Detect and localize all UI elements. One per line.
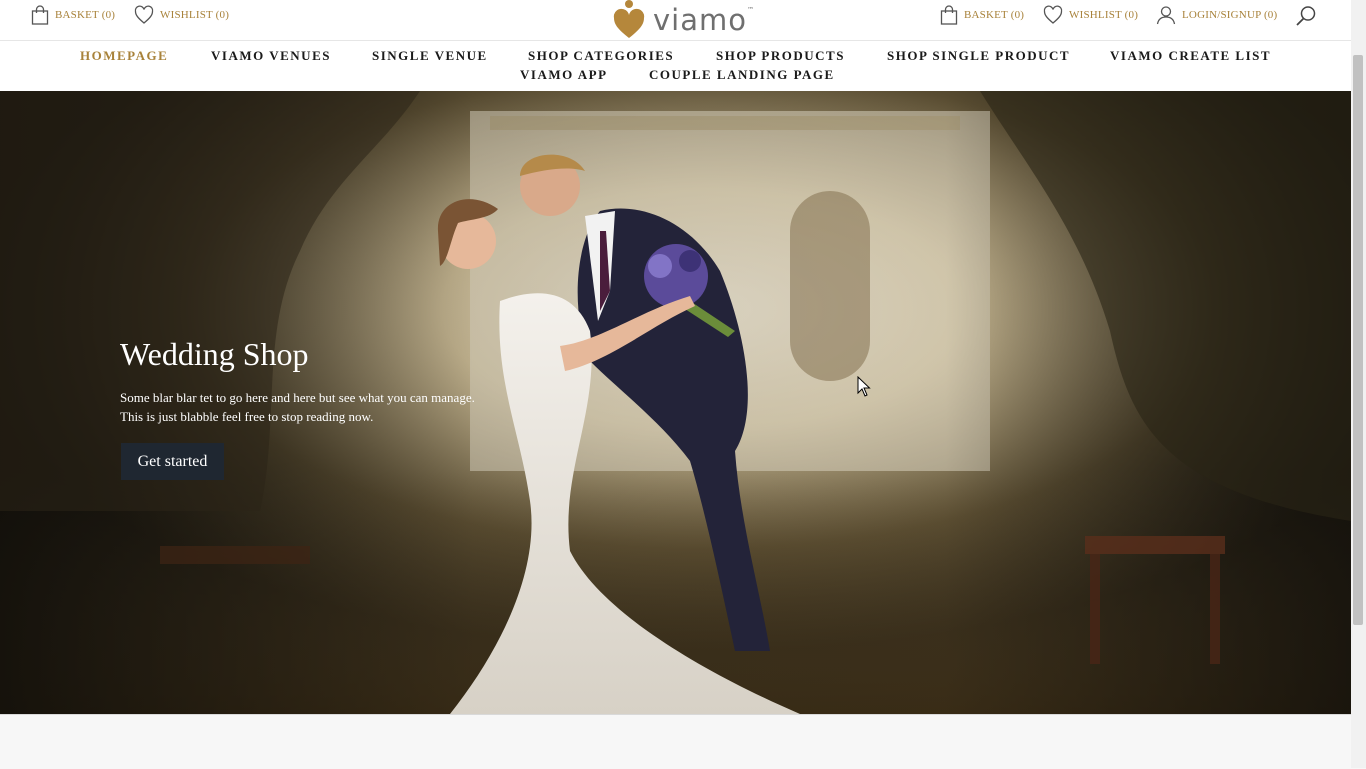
hero-subtitle-line-2: This is just blabble feel free to stop r… [120,409,374,424]
basket-label: BASKET (0) [55,9,116,21]
hero-subtitle-line-1: Some blar blar tet to go here and here b… [120,390,475,405]
shopping-bag-icon [31,5,49,25]
viamo-logo[interactable]: viamo™ [613,0,755,40]
mouse-cursor-icon [857,376,871,397]
heart-person-logo-icon [613,0,645,38]
hero-section: Wedding Shop Some blar blar tet to go he… [0,91,1351,714]
nav-item-couple-landing-page[interactable]: COUPLE LANDING PAGE [649,67,835,83]
hero-title: Wedding Shop [120,336,309,372]
nav-item-viamo-venues[interactable]: VIAMO VENUES [211,48,331,64]
get-started-button[interactable]: Get started [121,443,224,480]
nav-item-shop-products[interactable]: SHOP PRODUCTS [716,48,845,64]
main-nav: HOMEPAGE VIAMO VENUES SINGLE VENUE SHOP … [0,41,1351,91]
logo-text: viamo™ [653,3,755,37]
wishlist-link-left[interactable]: WISHLIST (0) [134,5,229,25]
login-label: LOGIN/SIGNUP (0) [1182,9,1278,21]
basket-label: BASKET (0) [964,9,1025,21]
content-area [0,714,1351,769]
wishlist-link-right[interactable]: WISHLIST (0) [1043,5,1138,25]
hero-subtitle: Some blar blar tet to go here and here b… [120,388,500,426]
search-icon [1296,6,1316,26]
search-button[interactable] [1295,5,1317,27]
heart-icon [134,5,154,24]
user-icon [1156,6,1176,25]
vertical-scrollbar[interactable] [1351,0,1366,768]
nav-item-viamo-create-list[interactable]: VIAMO CREATE LIST [1110,48,1271,64]
wishlist-label: WISHLIST (0) [1069,9,1139,21]
page: BASKET (0) WISHLIST (0) viamo™ BASKET (0… [0,0,1351,769]
nav-item-homepage[interactable]: HOMEPAGE [80,48,168,64]
nav-item-single-venue[interactable]: SINGLE VENUE [372,48,488,64]
basket-link-left[interactable]: BASKET (0) [31,5,115,25]
basket-link-right[interactable]: BASKET (0) [940,5,1024,25]
heart-icon [1043,5,1063,24]
login-signup-link[interactable]: LOGIN/SIGNUP (0) [1156,5,1277,25]
scrollbar-thumb[interactable] [1353,55,1363,625]
top-bar: BASKET (0) WISHLIST (0) viamo™ BASKET (0… [0,0,1351,41]
nav-item-shop-categories[interactable]: SHOP CATEGORIES [528,48,674,64]
shopping-bag-icon [940,5,958,25]
wishlist-label: WISHLIST (0) [160,9,230,21]
nav-item-shop-single-product[interactable]: SHOP SINGLE PRODUCT [887,48,1070,64]
nav-item-viamo-app[interactable]: VIAMO APP [520,67,608,83]
